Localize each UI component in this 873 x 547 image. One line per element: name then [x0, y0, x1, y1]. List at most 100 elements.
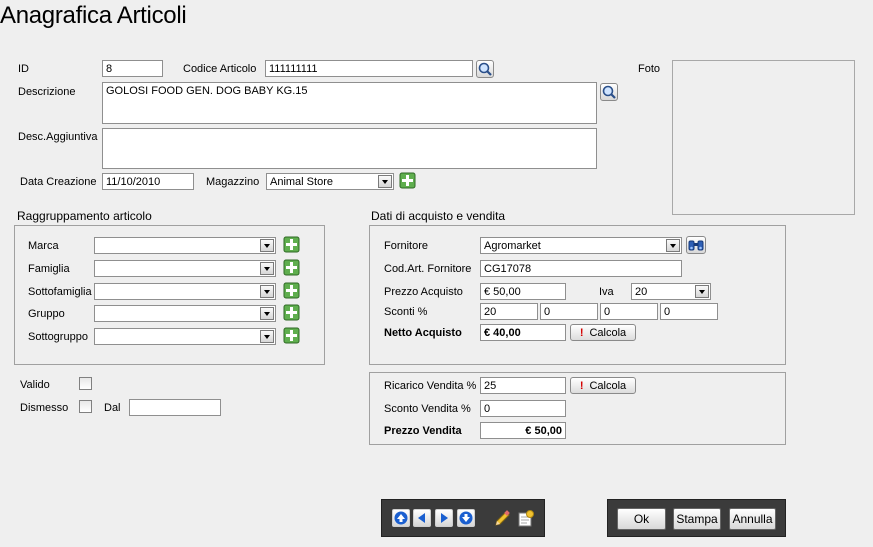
chevron-down-icon[interactable] — [260, 285, 274, 298]
last-record-button[interactable] — [457, 509, 475, 527]
descrizione-field[interactable]: GOLOSI FOOD GEN. DOG BABY KG.15 — [102, 82, 597, 124]
calcola-label: Calcola — [589, 380, 627, 392]
chevron-down-icon[interactable] — [695, 285, 709, 298]
pencil-icon — [495, 510, 510, 526]
foto-label: Foto — [638, 63, 661, 75]
add-plus-icon — [283, 259, 300, 276]
magnifier-icon — [478, 62, 492, 76]
fornitore-select[interactable]: Agromarket — [480, 237, 682, 254]
gruppo-label: Gruppo — [28, 308, 65, 320]
desc-aggiuntiva-label: Desc.Aggiuntiva — [18, 131, 98, 143]
magazzino-label: Magazzino — [206, 176, 260, 188]
iva-select[interactable]: 20 — [631, 283, 711, 300]
annulla-button[interactable]: Annulla — [729, 508, 776, 530]
dismesso-checkbox[interactable] — [79, 400, 92, 413]
valido-label: Valido — [20, 379, 50, 391]
netto-acquisto-field[interactable]: € 40,00 — [480, 324, 566, 341]
valido-checkbox[interactable] — [79, 377, 92, 390]
netto-acquisto-label: Netto Acquisto — [384, 327, 462, 339]
add-famiglia-button[interactable] — [283, 259, 300, 276]
acquisto-title: Dati di acquisto e vendita — [371, 209, 506, 223]
warning-icon: ! — [579, 327, 584, 339]
chevron-down-icon[interactable] — [260, 239, 274, 252]
add-plus-icon — [283, 304, 300, 321]
add-plus-icon — [283, 236, 300, 253]
calcola-vendita-button[interactable]: ! Calcola — [570, 377, 636, 394]
new-record-button[interactable] — [515, 509, 535, 529]
prezzo-vendita-label: Prezzo Vendita — [384, 425, 462, 437]
famiglia-label: Famiglia — [28, 263, 70, 275]
desc-aggiuntiva-field[interactable] — [102, 128, 597, 169]
sconto-2-field[interactable]: 0 — [540, 303, 598, 320]
ok-button[interactable]: Ok — [617, 508, 666, 530]
calcola-acquisto-button[interactable]: ! Calcola — [570, 324, 636, 341]
sottogruppo-select[interactable] — [94, 328, 276, 345]
search-descrizione-button[interactable] — [600, 83, 618, 101]
sconto-vendita-field[interactable]: 0 — [480, 400, 566, 417]
add-marca-button[interactable] — [283, 236, 300, 253]
add-plus-icon — [283, 282, 300, 299]
magazzino-select[interactable]: Animal Store — [266, 173, 394, 190]
magazzino-value: Animal Store — [270, 176, 333, 188]
sconti-label: Sconti % — [384, 306, 428, 318]
dal-field[interactable] — [129, 399, 221, 416]
sconto-1-field[interactable]: 20 — [480, 303, 538, 320]
calcola-label: Calcola — [589, 327, 627, 339]
descrizione-label: Descrizione — [18, 86, 76, 98]
chevron-down-icon[interactable] — [260, 330, 274, 343]
chevron-down-icon[interactable] — [378, 175, 392, 188]
sconto-3-field[interactable]: 0 — [600, 303, 658, 320]
sconto-vendita-label: Sconto Vendita % — [384, 403, 471, 415]
id-field[interactable]: 8 — [102, 60, 163, 77]
arrow-left-icon — [418, 513, 425, 523]
data-creazione-label: Data Creazione — [20, 176, 97, 188]
chevron-down-icon[interactable] — [666, 239, 680, 252]
warning-icon: ! — [579, 380, 584, 392]
search-codice-button[interactable] — [476, 60, 494, 78]
next-record-button[interactable] — [435, 509, 453, 527]
add-magazzino-button[interactable] — [399, 172, 416, 189]
photo-box[interactable] — [672, 60, 855, 215]
binoculars-icon — [688, 240, 704, 251]
chevron-down-icon[interactable] — [260, 307, 274, 320]
add-plus-icon — [399, 172, 416, 189]
iva-value: 20 — [635, 286, 648, 298]
first-record-button[interactable] — [392, 509, 410, 527]
add-plus-icon — [283, 327, 300, 344]
codice-articolo-label: Codice Articolo — [183, 63, 257, 75]
fornitore-label: Fornitore — [384, 240, 429, 252]
ricarico-vendita-field[interactable]: 25 — [480, 377, 566, 394]
famiglia-select[interactable] — [94, 260, 276, 277]
cod-art-fornitore-label: Cod.Art. Fornitore — [384, 263, 472, 275]
dismesso-label: Dismesso — [20, 402, 69, 414]
page-title: Anagrafica Articoli — [0, 2, 187, 29]
data-creazione-field[interactable]: 11/10/2010 — [102, 173, 194, 190]
codice-articolo-field[interactable]: 111111111 — [265, 60, 473, 77]
marca-label: Marca — [28, 240, 59, 252]
sottofamiglia-select[interactable] — [94, 283, 276, 300]
iva-label: Iva — [599, 286, 614, 298]
marca-select[interactable] — [94, 237, 276, 254]
id-label: ID — [18, 63, 29, 75]
stampa-button[interactable]: Stampa — [673, 508, 721, 530]
magnifier-icon — [602, 85, 616, 99]
raggruppamento-title: Raggruppamento articolo — [17, 209, 152, 223]
previous-record-button[interactable] — [413, 509, 431, 527]
arrow-up-icon — [394, 511, 408, 525]
gruppo-select[interactable] — [94, 305, 276, 322]
cod-art-fornitore-field[interactable]: CG17078 — [480, 260, 682, 277]
fornitore-value: Agromarket — [484, 240, 541, 252]
prezzo-vendita-field[interactable]: € 50,00 — [480, 422, 566, 439]
prezzo-acquisto-field[interactable]: € 50,00 — [480, 283, 566, 300]
sottofamiglia-label: Sottofamiglia — [28, 286, 92, 298]
arrow-down-icon — [459, 511, 473, 525]
add-gruppo-button[interactable] — [283, 304, 300, 321]
sconto-4-field[interactable]: 0 — [660, 303, 718, 320]
sottogruppo-label: Sottogruppo — [28, 331, 88, 343]
arrow-right-icon — [441, 513, 448, 523]
edit-button[interactable] — [492, 509, 512, 529]
add-sottofamiglia-button[interactable] — [283, 282, 300, 299]
search-fornitore-button[interactable] — [686, 236, 706, 254]
chevron-down-icon[interactable] — [260, 262, 274, 275]
add-sottogruppo-button[interactable] — [283, 327, 300, 344]
